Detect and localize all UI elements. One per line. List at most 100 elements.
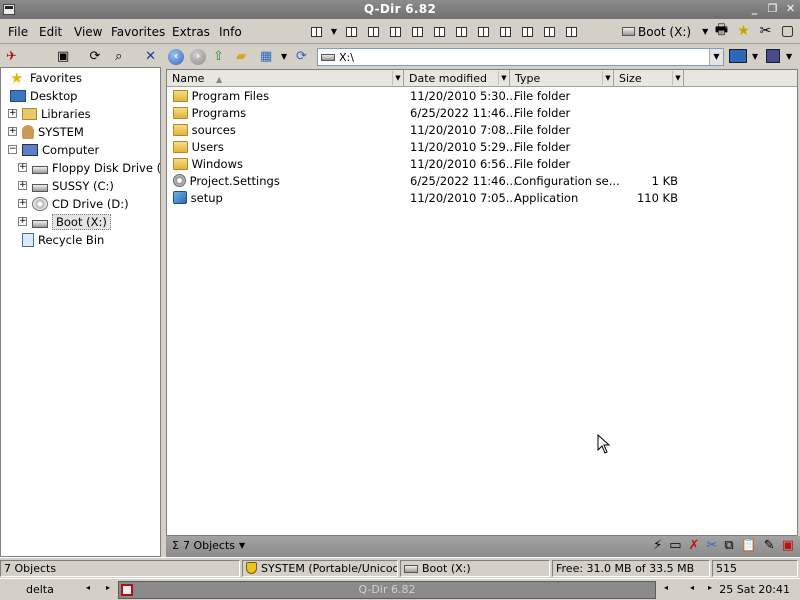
menu-edit[interactable]: Edit — [39, 25, 62, 39]
drive-selector[interactable]: Boot (X:) ▼ — [622, 23, 708, 40]
print-icon[interactable]: 🖶 — [713, 22, 730, 39]
tree-item-desktop[interactable]: Desktop — [10, 87, 77, 104]
column-type-filter-icon[interactable]: ▼ — [602, 71, 613, 85]
rename-icon[interactable]: ✎ — [764, 538, 775, 553]
tree-item-boot[interactable]: Boot (X:) — [32, 213, 111, 230]
layout-10-icon[interactable] — [519, 23, 536, 40]
taskbar-left-arrow-icon[interactable]: ◂ — [86, 583, 90, 592]
column-name-filter-icon[interactable]: ▼ — [392, 71, 403, 85]
hard-drive-icon — [404, 565, 418, 573]
layout-12-icon[interactable] — [563, 23, 580, 40]
column-name-label: Name — [172, 72, 205, 85]
column-modified[interactable]: Date modified ▼ — [404, 70, 510, 87]
taskbar-prev-icon[interactable]: ◂ — [664, 583, 668, 592]
menu-favorites[interactable]: Favorites — [111, 25, 165, 39]
layout-8-icon[interactable] — [475, 23, 492, 40]
minimize-button[interactable]: _ — [747, 2, 762, 16]
layout-1-icon[interactable] — [308, 23, 325, 40]
find-icon[interactable]: ⌕ — [111, 48, 126, 65]
expand-libraries-icon[interactable]: + — [8, 109, 17, 118]
back-icon[interactable]: ‹ — [168, 49, 184, 65]
file-row[interactable]: Program Files 11/20/2010 5:30... File fo… — [167, 88, 797, 105]
drive-icon[interactable]: ▭ — [669, 538, 681, 553]
layout-4-icon[interactable] — [387, 23, 404, 40]
forward-icon[interactable]: › — [190, 49, 206, 65]
cut-icon[interactable]: ✂ — [706, 538, 717, 553]
quick-links-icon[interactable]: ⚡ — [653, 538, 662, 553]
menu-view[interactable]: View — [74, 25, 102, 39]
column-size[interactable]: Size ▼ — [614, 70, 684, 87]
layout-11-icon[interactable] — [541, 23, 558, 40]
view-mode-icon[interactable]: ▦ — [260, 49, 272, 65]
close-tree-icon[interactable]: ✕ — [143, 48, 158, 65]
folder-icon[interactable]: ▰ — [236, 49, 246, 65]
file-row[interactable]: sources 11/20/2010 7:08... File folder — [167, 122, 797, 139]
file-row[interactable]: Programs 6/25/2022 11:46... File folder — [167, 105, 797, 122]
tree-item-sussy[interactable]: SUSSY (C:) — [32, 177, 114, 194]
file-row[interactable]: Users 11/20/2010 5:29... File folder — [167, 139, 797, 156]
file-row[interactable]: Windows 11/20/2010 6:56... File folder — [167, 156, 797, 173]
layout-dropdown-icon[interactable]: ▼ — [786, 49, 792, 65]
expand-sussy-icon[interactable]: + — [18, 181, 27, 190]
taskbar-right-arrow-icon[interactable]: ▸ — [106, 583, 110, 592]
file-modified: 6/25/2022 11:46... — [410, 106, 517, 120]
monitor-dropdown-icon[interactable]: ▼ — [752, 49, 758, 65]
favorites-star-icon[interactable]: ★ — [735, 22, 752, 39]
tree-item-label: CD Drive (D:) — [52, 196, 129, 211]
column-modified-filter-icon[interactable]: ▼ — [498, 71, 509, 85]
file-row[interactable]: Project.Settings 6/25/2022 11:46... Conf… — [167, 173, 797, 190]
expand-floppy-icon[interactable]: + — [18, 163, 27, 172]
paste-icon[interactable]: 📋 — [741, 538, 757, 553]
taskbar-prev2-icon[interactable]: ◂ — [690, 583, 694, 592]
copy-icon[interactable]: ⧉ — [724, 538, 733, 553]
refresh-icon[interactable]: ⟳ — [296, 49, 307, 65]
delete-icon[interactable]: ✗ — [689, 538, 700, 553]
taskbar-app-button[interactable]: Q-Dir 6.82 — [118, 581, 656, 599]
tree-item-recycle-bin[interactable]: Recycle Bin — [22, 231, 104, 248]
file-list[interactable]: Name ▲ ▼ Date modified ▼ Type ▼ Size ▼ P… — [166, 69, 798, 536]
layout-dropdown-icon[interactable]: ▼ — [330, 23, 338, 40]
tools-icon[interactable]: ✂ — [757, 22, 774, 39]
address-dropdown-icon[interactable]: ▼ — [709, 49, 723, 65]
layout-3-icon[interactable] — [365, 23, 382, 40]
column-name[interactable]: Name ▲ ▼ — [167, 70, 404, 87]
monitor-icon[interactable] — [729, 49, 747, 63]
pin-icon[interactable]: ✈ — [4, 48, 19, 65]
refresh-icon[interactable]: ⟳ — [88, 48, 103, 65]
objects-count: 7 Objects — [182, 539, 236, 552]
expand-system-icon[interactable]: + — [8, 127, 17, 136]
layout-9-icon[interactable] — [497, 23, 514, 40]
file-row[interactable]: setup 11/20/2010 7:05... Application 110… — [167, 190, 797, 207]
view-mode-dropdown-icon[interactable]: ▼ — [281, 49, 287, 65]
layout-2-icon[interactable] — [343, 23, 360, 40]
tree-item-computer[interactable]: Computer — [22, 141, 99, 158]
layout-icon[interactable] — [766, 49, 780, 63]
window-icon[interactable]: ▢ — [779, 22, 796, 39]
up-folder-icon[interactable]: ⇧ — [213, 49, 224, 65]
split-view-icon[interactable]: ▣ — [56, 48, 71, 65]
folder-tree[interactable]: ★ Favorites Desktop + Libraries + SYSTEM… — [0, 67, 177, 557]
properties-icon[interactable]: ▣ — [782, 538, 794, 553]
column-type[interactable]: Type ▼ — [510, 70, 614, 87]
menu-info[interactable]: Info — [219, 25, 242, 39]
objects-menu[interactable]: Σ 7 Objects ▼ — [172, 539, 245, 552]
layout-5-icon[interactable] — [409, 23, 426, 40]
address-bar[interactable]: X:\ ▼ — [317, 48, 724, 66]
tree-item-libraries[interactable]: Libraries — [22, 105, 91, 122]
taskbar-next-icon[interactable]: ▸ — [708, 583, 712, 592]
tree-item-floppy[interactable]: Floppy Disk Drive (A:) — [32, 159, 177, 176]
collapse-computer-icon[interactable]: − — [8, 145, 17, 154]
tree-item-label: Recycle Bin — [38, 232, 105, 247]
menu-file[interactable]: File — [8, 25, 28, 39]
layout-7-icon[interactable] — [453, 23, 470, 40]
restore-button[interactable]: ❐ — [765, 2, 780, 16]
column-size-filter-icon[interactable]: ▼ — [672, 71, 683, 85]
tree-item-cd-drive[interactable]: CD Drive (D:) — [32, 195, 129, 212]
expand-cd-icon[interactable]: + — [18, 199, 27, 208]
tree-item-system[interactable]: SYSTEM — [22, 123, 84, 140]
tree-item-favorites[interactable]: ★ Favorites — [10, 69, 82, 86]
layout-6-icon[interactable] — [431, 23, 448, 40]
menu-extras[interactable]: Extras — [172, 25, 210, 39]
expand-boot-icon[interactable]: + — [18, 217, 27, 226]
close-button[interactable]: ✕ — [783, 2, 798, 16]
